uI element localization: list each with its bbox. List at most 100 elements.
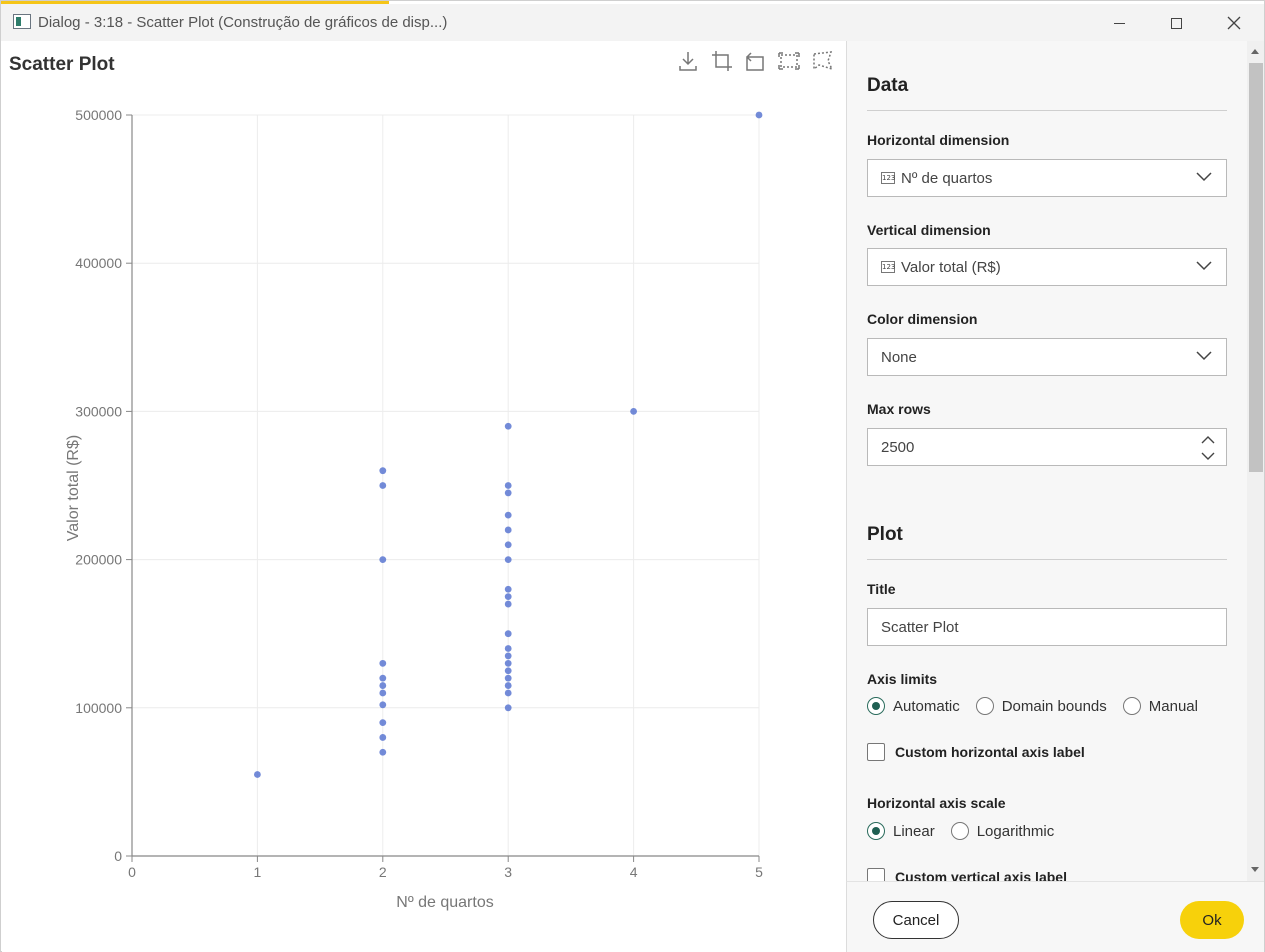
- chevron-down-icon: [1196, 261, 1212, 271]
- maximize-button[interactable]: [1153, 7, 1199, 39]
- h-scale-log-radio[interactable]: [950, 822, 969, 840]
- scatter-point[interactable]: [504, 645, 512, 652]
- scatter-point[interactable]: [379, 701, 387, 709]
- scatter-point[interactable]: [504, 630, 512, 638]
- chart-axes: 0 100000 200000 300000 400000 500000 0 1 2 3 4 5: [75, 107, 763, 880]
- scatter-point[interactable]: [504, 659, 512, 667]
- scatter-point[interactable]: [504, 585, 512, 593]
- scatter-point[interactable]: [379, 674, 387, 682]
- title-input[interactable]: Scatter Plot: [867, 608, 1227, 646]
- scatter-point[interactable]: [379, 689, 387, 697]
- stepper-arrows-icon[interactable]: [1200, 433, 1216, 463]
- custom-v-label-checkbox[interactable]: [867, 868, 885, 881]
- x-tick-label: 3: [504, 864, 512, 880]
- scatter-point[interactable]: [504, 704, 512, 712]
- scatter-point[interactable]: [630, 408, 637, 415]
- x-tick-label: 1: [254, 864, 262, 880]
- scatter-point[interactable]: [504, 489, 512, 497]
- app-icon: [13, 14, 31, 29]
- custom-h-label-checkbox[interactable]: [867, 743, 885, 761]
- scatter-point[interactable]: [379, 467, 387, 475]
- color-dimension-value: None: [881, 348, 917, 366]
- axis-limits-automatic-label: Automatic: [893, 697, 960, 715]
- scatter-point[interactable]: [504, 511, 512, 519]
- x-axis-label: Nº de quartos: [396, 894, 493, 911]
- y-tick-label: 500000: [75, 107, 122, 123]
- close-button[interactable]: [1211, 7, 1257, 39]
- y-axis-label: Valor total (R$): [65, 435, 82, 541]
- scatter-point[interactable]: [504, 674, 512, 682]
- vertical-dimension-select[interactable]: 123 Valor total (R$): [867, 248, 1227, 286]
- axis-limits-automatic-radio[interactable]: [867, 697, 885, 715]
- y-tick-label: 300000: [75, 403, 122, 419]
- scatter-point[interactable]: [379, 556, 387, 563]
- axis-limits-manual-radio[interactable]: [1122, 697, 1141, 715]
- data-section-title: Data: [867, 75, 909, 96]
- y-tick-label: 400000: [75, 255, 122, 271]
- h-scale-log-label: Logarithmic: [976, 822, 1055, 840]
- h-scale-linear-radio[interactable]: [867, 822, 885, 840]
- scatter-point[interactable]: [379, 482, 387, 489]
- title-input-value: Scatter Plot: [881, 618, 959, 636]
- scatter-point[interactable]: [504, 541, 512, 549]
- scatter-point[interactable]: [379, 659, 387, 667]
- max-rows-label: Max rows: [867, 401, 931, 417]
- ok-button[interactable]: Ok: [1180, 901, 1244, 939]
- scatter-chart[interactable]: 0 100000 200000 300000 400000 500000 0 1 2 3 4 5 Nº…: [2, 41, 846, 952]
- chevron-down-icon: [1196, 172, 1212, 182]
- chevron-down-icon: [1196, 351, 1212, 361]
- horizontal-dimension-select[interactable]: 123 Nº de quartos: [867, 159, 1227, 197]
- settings-pane: Data Horizontal dimension 123 Nº de quar…: [846, 41, 1264, 881]
- max-rows-value: 2500: [881, 438, 915, 456]
- scatter-point[interactable]: [379, 748, 387, 756]
- horizontal-dimension-value: Nº de quartos: [901, 169, 993, 187]
- close-icon: [1227, 16, 1241, 30]
- chart-pane: Scatter Plot 0 100000 200000 300000 400000 50…: [2, 41, 846, 952]
- scatter-point[interactable]: [379, 734, 387, 741]
- x-tick-label: 5: [755, 864, 763, 880]
- axis-limits-label: Axis limits: [867, 671, 938, 687]
- axis-limits-domain-label: Domain bounds: [1001, 697, 1107, 715]
- scatter-point[interactable]: [504, 422, 512, 430]
- y-tick-label: 100000: [75, 700, 122, 716]
- scatter-point[interactable]: [755, 111, 763, 119]
- dialog-window: Dialog - 3:18 - Scatter Plot (Construção…: [0, 0, 1265, 952]
- title-field-label: Title: [867, 581, 896, 597]
- h-scale-radio-group: Linear Logarithmic: [867, 822, 1070, 840]
- axis-limits-manual-label: Manual: [1148, 697, 1198, 715]
- vertical-dimension-value: Valor total (R$): [901, 258, 1001, 276]
- scatter-point[interactable]: [504, 526, 512, 534]
- scatter-point[interactable]: [504, 556, 512, 563]
- scatter-point[interactable]: [379, 682, 387, 689]
- scroll-down-icon[interactable]: [1251, 867, 1259, 872]
- scatter-point[interactable]: [379, 719, 387, 727]
- scatter-point[interactable]: [504, 667, 512, 675]
- color-dimension-select[interactable]: None: [867, 338, 1227, 376]
- settings-scrollbar[interactable]: [1247, 41, 1264, 881]
- scatter-point[interactable]: [504, 482, 512, 489]
- scatter-point[interactable]: [504, 652, 512, 660]
- scroll-up-icon[interactable]: [1251, 49, 1259, 54]
- vertical-dimension-label: Vertical dimension: [867, 222, 991, 238]
- scatter-point[interactable]: [504, 689, 512, 697]
- scatter-point[interactable]: [504, 682, 512, 689]
- scatter-point[interactable]: [504, 593, 512, 601]
- cancel-button[interactable]: Cancel: [873, 901, 959, 939]
- numeric-type-icon: 123: [881, 261, 896, 273]
- custom-v-label-text: Custom vertical axis label: [895, 869, 1067, 881]
- maximize-icon: [1170, 17, 1182, 29]
- plot-section-title: Plot: [867, 524, 903, 545]
- h-scale-linear-label: Linear: [893, 822, 935, 840]
- x-tick-label: 2: [379, 864, 387, 880]
- custom-h-label-text: Custom horizontal axis label: [895, 744, 1085, 760]
- minimize-icon: [1113, 22, 1125, 24]
- x-tick-label: 4: [630, 864, 638, 880]
- h-scale-label: Horizontal axis scale: [867, 795, 1006, 811]
- minimize-button[interactable]: [1096, 7, 1142, 39]
- axis-limits-domain-radio[interactable]: [975, 697, 994, 715]
- horizontal-dimension-label: Horizontal dimension: [867, 132, 1010, 148]
- max-rows-input[interactable]: 2500: [867, 428, 1227, 466]
- scatter-point[interactable]: [254, 771, 261, 778]
- scatter-point[interactable]: [504, 600, 512, 608]
- scroll-thumb[interactable]: [1249, 63, 1263, 472]
